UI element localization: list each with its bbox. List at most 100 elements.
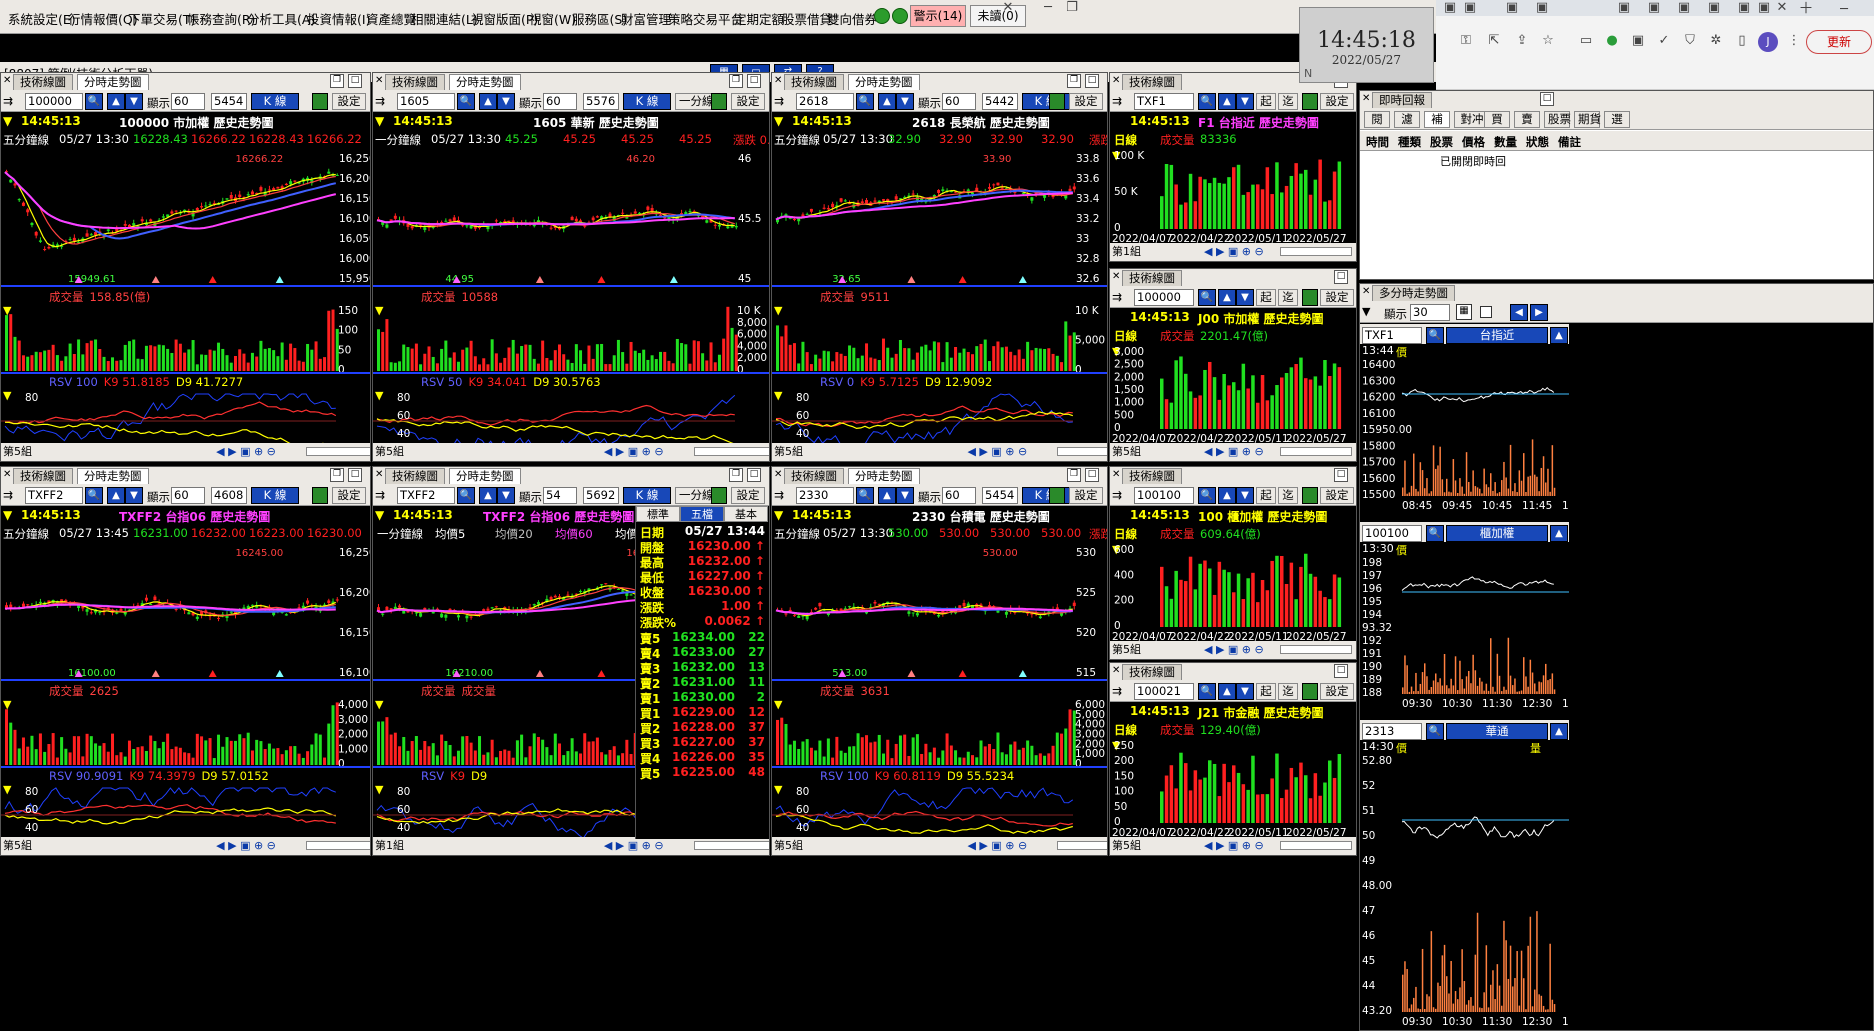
shield-icon[interactable]: ⛉	[1682, 33, 1698, 49]
symbol-name-button[interactable]: 櫃加權	[1446, 525, 1548, 542]
search-icon[interactable]: 🔍	[856, 487, 874, 504]
toggle-icon[interactable]: ▼	[375, 508, 384, 522]
scrollbar[interactable]	[1280, 841, 1352, 850]
step-back-icon[interactable]: ◀	[1510, 304, 1528, 321]
toggle-icon[interactable]: ▼	[3, 304, 11, 317]
scrollbar[interactable]	[693, 447, 769, 456]
settings-button[interactable]: 設定	[332, 93, 366, 110]
key-icon[interactable]: ⚿	[1458, 33, 1474, 49]
symbol-input[interactable]: 100021	[1134, 683, 1194, 700]
toggle-icon[interactable]: ▼	[774, 389, 782, 402]
arrow-icon[interactable]: ⇉	[774, 94, 784, 108]
tab-minute-chart[interactable]: 分時走勢圖	[77, 74, 149, 90]
realtime-filter-4[interactable]: 買	[1484, 111, 1510, 128]
excel-icon[interactable]	[1302, 487, 1318, 504]
settings-button[interactable]: 設定	[1320, 93, 1354, 110]
down-arrow-icon[interactable]: ▼	[1236, 487, 1254, 504]
search-icon[interactable]: 🔍	[457, 93, 475, 110]
arrow-icon[interactable]: ⇉	[1112, 684, 1122, 698]
bar-count-input[interactable]: 5454	[982, 487, 1018, 504]
start-button[interactable]: 起	[1256, 487, 1276, 504]
realtime-filter-6[interactable]: 股票	[1544, 111, 1571, 128]
close-panel-icon[interactable]: ✕	[774, 469, 782, 480]
up-arrow-icon[interactable]: ▲	[878, 487, 896, 504]
close-panel-icon[interactable]: ✕	[1112, 75, 1120, 86]
menu-item-15[interactable]: 雙向借券	[827, 9, 877, 28]
end-button[interactable]: 迄	[1278, 289, 1298, 306]
close-panel-icon[interactable]: ✕	[774, 75, 782, 86]
search-icon[interactable]: 🔍	[1426, 723, 1444, 740]
tab-favicon-icon[interactable]: ▣	[1676, 0, 1692, 16]
search-icon[interactable]: 🔍	[1198, 487, 1216, 504]
toggle-icon[interactable]: ▼	[3, 698, 11, 711]
bar-count-input[interactable]: 5454	[211, 93, 247, 110]
tab-tech-chart[interactable]: 技術線圖	[385, 468, 445, 484]
symbol-input[interactable]: TXF1	[1134, 93, 1194, 110]
volume-chart[interactable]: 3,0002,5002,0001,5001,00050002022/04/072…	[1110, 347, 1357, 445]
toggle-icon[interactable]: ▼	[375, 698, 383, 711]
symbol-input[interactable]: TXFF2	[25, 487, 83, 504]
minute-chart[interactable]: 52.805251504948.004746454443.2009:30 10:3…	[1360, 756, 1569, 1030]
period-count-input[interactable]: 60	[171, 93, 205, 110]
realtime-filter-5[interactable]: 賣	[1514, 111, 1540, 128]
close-panel-icon[interactable]: ✕	[375, 75, 383, 86]
tab-favicon-icon[interactable]: ▣	[1616, 0, 1632, 16]
symbol-input[interactable]: TXFF2	[397, 487, 455, 504]
scrollbar[interactable]	[1280, 645, 1352, 654]
window-minimize-icon[interactable]: ─	[1836, 2, 1852, 18]
excel-icon[interactable]	[1302, 289, 1318, 306]
arrow-icon[interactable]: ⇉	[774, 488, 784, 502]
excel-icon[interactable]	[1049, 93, 1065, 110]
extension-icon[interactable]: ●	[1604, 33, 1620, 49]
maximize-panel-icon[interactable]: □	[747, 468, 761, 482]
bar-count-input[interactable]: 5692	[583, 487, 619, 504]
tab-favicon-icon[interactable]: ▣	[1706, 0, 1722, 16]
up-arrow-icon[interactable]: ▲	[479, 487, 497, 504]
excel-icon[interactable]	[1049, 487, 1065, 504]
close-tab-icon[interactable]: ✕	[1774, 0, 1790, 16]
end-button[interactable]: 迄	[1278, 93, 1298, 110]
maximize-panel-icon[interactable]: □	[1334, 468, 1348, 482]
restore-panel-icon[interactable]: ❐	[1067, 468, 1081, 482]
settings-button[interactable]: 設定	[1320, 289, 1354, 306]
nav-icons[interactable]: ◀ ▶ ▣ ⊕ ⊖	[967, 838, 1027, 854]
restore-panel-icon[interactable]: ❐	[330, 468, 344, 482]
close-icon[interactable]: ✕	[1000, 0, 1016, 16]
nav-icons[interactable]: ◀ ▶ ▣ ⊕ ⊖	[604, 444, 664, 460]
arrow-icon[interactable]: ⇉	[375, 94, 385, 108]
arrow-icon[interactable]: ⇉	[375, 488, 385, 502]
down-arrow-icon[interactable]: ▼	[497, 487, 515, 504]
menu-item-5[interactable]: 投資情報(I)	[307, 9, 370, 28]
toggle-icon[interactable]: ▼	[774, 114, 783, 128]
up-arrow-icon[interactable]: ▲	[107, 93, 125, 110]
excel-icon[interactable]	[1302, 93, 1318, 110]
toggle-icon[interactable]: ▼	[375, 304, 383, 317]
scrollbar[interactable]	[306, 841, 370, 850]
maximize-panel-icon[interactable]: □	[348, 74, 362, 88]
tab-tech-chart[interactable]: 技術線圖	[1122, 468, 1182, 484]
bar-count-input[interactable]: 5442	[982, 93, 1018, 110]
up-arrow-icon[interactable]: ▲	[1550, 723, 1568, 740]
down-arrow-icon[interactable]: ▼	[896, 93, 914, 110]
close-panel-icon[interactable]: ✕	[1362, 93, 1370, 104]
maximize-panel-icon[interactable]: □	[1334, 270, 1348, 284]
kline-button[interactable]: K 線	[251, 93, 299, 110]
arrow-icon[interactable]: ⇉	[1112, 94, 1122, 108]
search-icon[interactable]: 🔍	[1426, 327, 1444, 344]
up-arrow-icon[interactable]: ▲	[1218, 683, 1236, 700]
period-count-input[interactable]: 60	[543, 93, 577, 110]
menu-item-10[interactable]: 服務區(S)	[572, 9, 627, 28]
search-icon[interactable]: 🔍	[1426, 525, 1444, 542]
volume-chart[interactable]: 2502001501005002022/04/072022/04/222022/…	[1110, 741, 1357, 839]
menu-item-0[interactable]: 系統設定(E)	[8, 9, 76, 28]
minute-count-input[interactable]: 30	[1410, 304, 1450, 321]
minute-chart[interactable]: 19819719619519493.3219219119018918809:30…	[1360, 558, 1569, 712]
realtime-filter-7[interactable]: 期貨	[1574, 111, 1601, 128]
tab-tech-chart[interactable]: 技術線圖	[784, 468, 844, 484]
up-arrow-icon[interactable]: ▲	[107, 487, 125, 504]
tab-favicon-icon[interactable]: ▣	[1646, 0, 1662, 16]
arrow-icon[interactable]: ⇉	[1112, 290, 1122, 304]
start-button[interactable]: 起	[1256, 289, 1276, 306]
down-arrow-icon[interactable]: ▼	[896, 487, 914, 504]
toggle-icon[interactable]: ▼	[375, 783, 383, 796]
